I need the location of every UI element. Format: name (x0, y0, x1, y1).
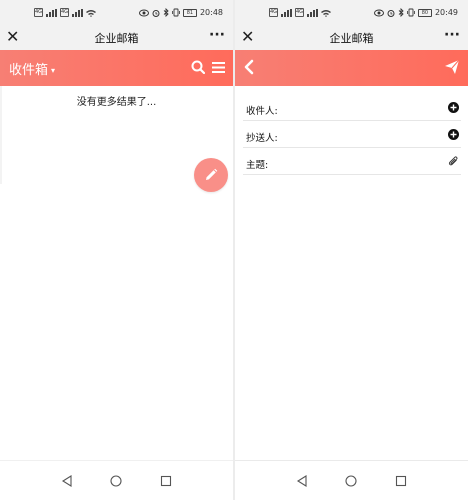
nav-home-icon[interactable] (345, 475, 357, 487)
cc-field[interactable]: 抄送人: (243, 121, 461, 148)
signal-icon (46, 8, 57, 17)
eye-icon (373, 9, 384, 16)
subject-label: 主题: (246, 160, 269, 171)
mini-program-title-bar: ✕ 企业邮箱 ··· (0, 26, 233, 50)
pencil-icon (206, 168, 218, 180)
app-bar: 收件箱 ▾ (0, 50, 233, 86)
more-icon[interactable]: ··· (444, 27, 460, 43)
clock: 20:48 (199, 8, 223, 17)
page-title: 企业邮箱 (329, 32, 374, 45)
wifi-icon (321, 9, 331, 17)
vibrate-icon (172, 8, 180, 17)
send-icon[interactable] (444, 59, 460, 75)
alarm-icon (152, 9, 160, 17)
compose-button[interactable] (194, 158, 228, 192)
cc-label: 抄送人: (246, 133, 278, 144)
sim2-icon: 4G (295, 8, 304, 17)
system-nav-bar (0, 460, 233, 500)
compose-screen: 4G 4G 80 20:49 ✕ 企业邮箱 ··· 收件人: 抄送人: 主题: (235, 0, 468, 500)
plus-circle-icon[interactable] (448, 102, 459, 113)
status-bar: 4G 4G 81 20:48 (0, 0, 233, 26)
folder-selector[interactable]: 收件箱 ▾ (9, 59, 55, 78)
wifi-icon (86, 9, 96, 17)
clock: 20:49 (434, 8, 458, 17)
mini-program-title-bar: ✕ 企业邮箱 ··· (235, 26, 468, 50)
signal-icon (281, 8, 292, 17)
to-field[interactable]: 收件人: (243, 94, 461, 121)
subject-field[interactable]: 主题: (243, 148, 461, 175)
chevron-down-icon: ▾ (51, 66, 56, 75)
battery-icon: 80 (417, 8, 432, 17)
search-icon[interactable] (191, 60, 205, 74)
status-bar: 4G 4G 80 20:49 (235, 0, 468, 26)
alarm-icon (387, 9, 395, 17)
vibrate-icon (407, 8, 415, 17)
signal-indicators: 4G 4G (269, 8, 331, 17)
signal-indicators: 4G 4G (34, 8, 96, 17)
plus-circle-icon[interactable] (448, 129, 459, 140)
bluetooth-icon (163, 8, 169, 17)
system-indicators: 81 20:48 (138, 8, 223, 17)
sim1-icon: 4G (269, 8, 278, 17)
signal-icon (72, 8, 83, 17)
nav-back-icon[interactable] (296, 475, 308, 487)
system-indicators: 80 20:49 (373, 8, 458, 17)
sim2-icon: 4G (60, 8, 69, 17)
end-of-list-message: 没有更多结果了... (76, 97, 157, 108)
bluetooth-icon (398, 8, 404, 17)
app-bar (235, 50, 468, 86)
sim1-icon: 4G (34, 8, 43, 17)
inbox-screen: 4G 4G 81 20:48 ✕ 企业邮箱 ··· 收件箱 ▾ 没有更多结果了..… (0, 0, 233, 500)
nav-home-icon[interactable] (110, 475, 122, 487)
page-title: 企业邮箱 (94, 32, 139, 45)
to-label: 收件人: (246, 106, 278, 117)
battery-icon: 81 (182, 8, 197, 17)
nav-recents-icon[interactable] (395, 475, 407, 487)
folder-label: 收件箱 (9, 63, 49, 78)
back-icon[interactable] (243, 59, 255, 75)
nav-recents-icon[interactable] (160, 475, 172, 487)
eye-icon (138, 9, 149, 16)
system-nav-bar (235, 460, 468, 500)
menu-icon[interactable] (212, 61, 225, 74)
nav-back-icon[interactable] (61, 475, 73, 487)
paperclip-icon[interactable] (448, 156, 459, 167)
more-icon[interactable]: ··· (209, 27, 225, 43)
signal-icon (307, 8, 318, 17)
